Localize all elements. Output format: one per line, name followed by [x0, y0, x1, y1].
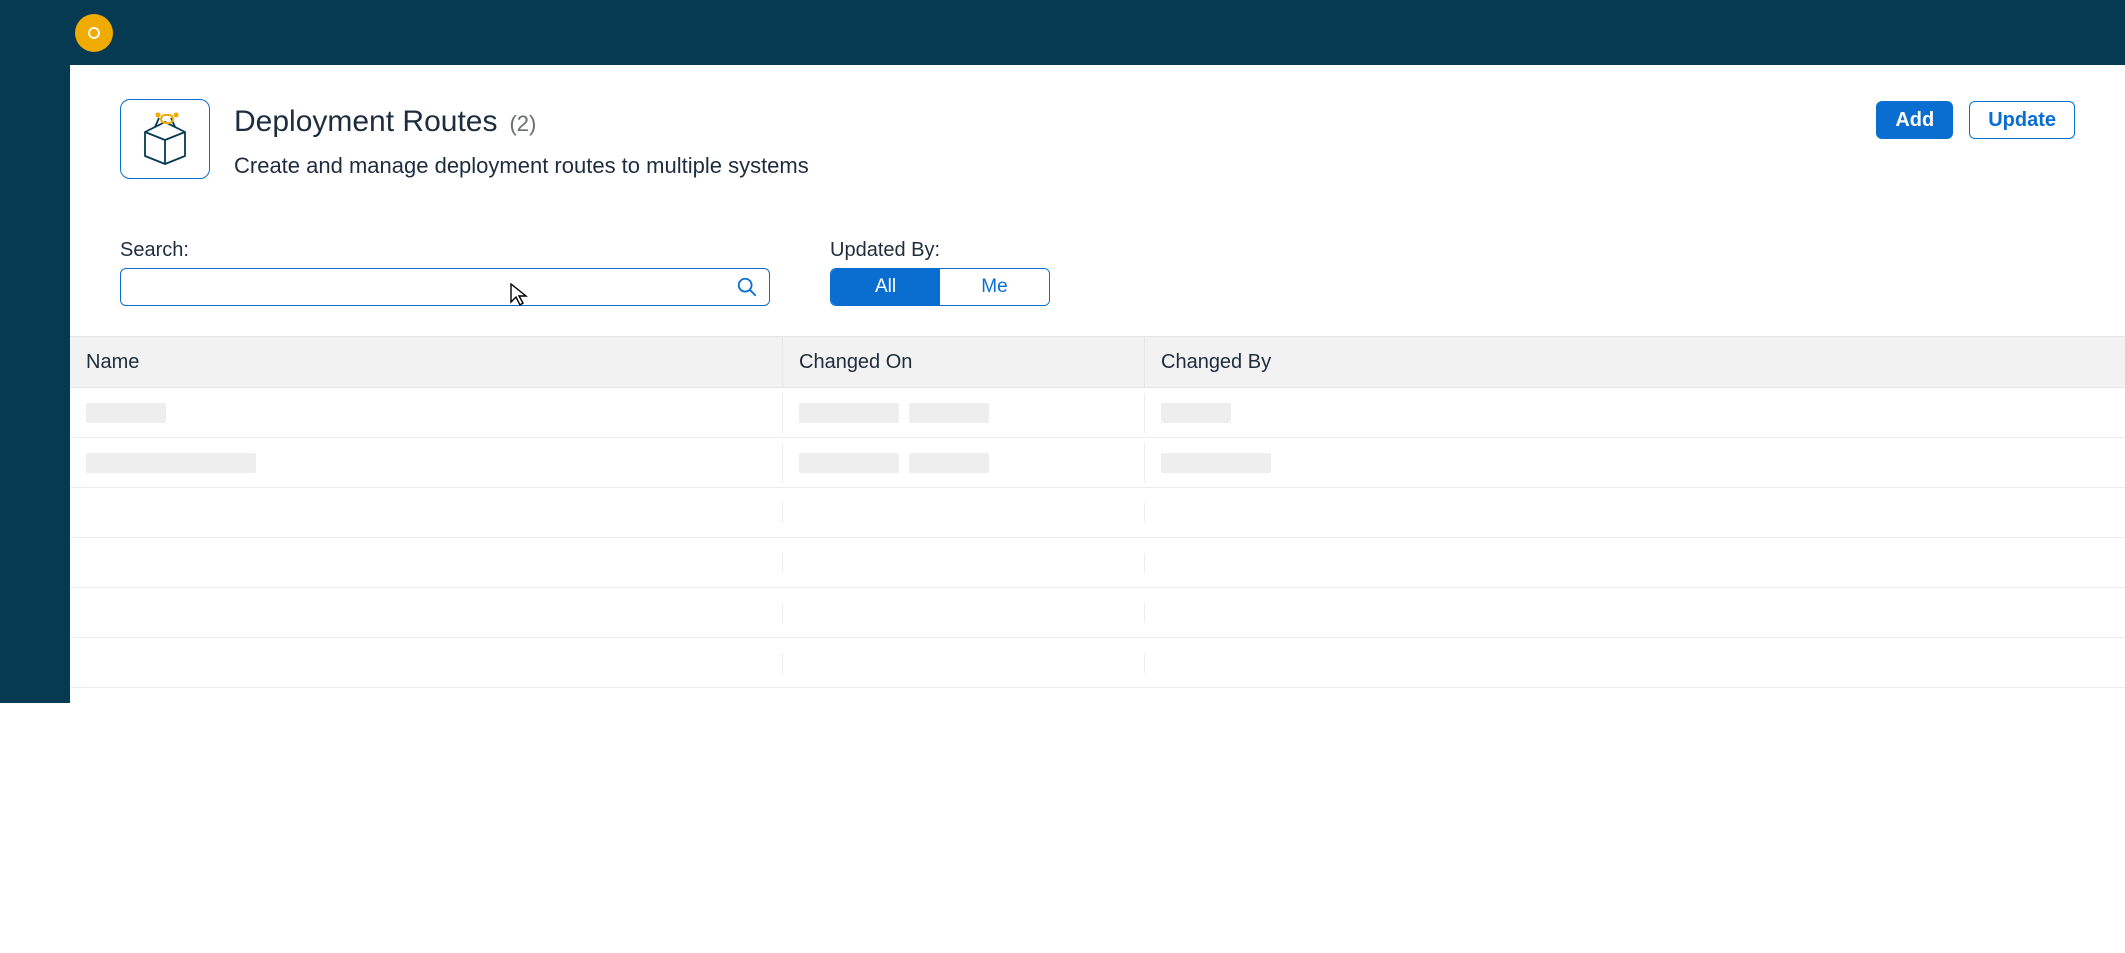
toggle-all[interactable]: All [831, 269, 940, 305]
main-content: Deployment Routes (2) Create and manage … [70, 65, 2125, 703]
placeholder-cell [909, 453, 989, 473]
placeholder-cell [799, 453, 899, 473]
circle-icon [86, 25, 102, 41]
side-rail [0, 65, 70, 703]
placeholder-cell [799, 403, 899, 423]
placeholder-cell [1161, 453, 1271, 473]
deployment-routes-icon [120, 99, 210, 179]
search-label: Search: [120, 239, 770, 262]
table-row [70, 488, 2125, 538]
table-header: Name Changed On Changed By [70, 336, 2125, 388]
topbar [0, 0, 2125, 65]
table-row [70, 588, 2125, 638]
add-button[interactable]: Add [1876, 101, 1953, 139]
page-subtitle: Create and manage deployment routes to m… [234, 153, 809, 179]
table-row [70, 638, 2125, 688]
column-header-changed-by[interactable]: Changed By [1145, 337, 2125, 387]
profile-avatar[interactable] [75, 14, 113, 52]
table-row [70, 538, 2125, 588]
placeholder-cell [909, 403, 989, 423]
search-input[interactable] [121, 277, 725, 298]
updated-by-toggle: All Me [830, 268, 1050, 306]
update-button[interactable]: Update [1969, 101, 2075, 139]
page-title: Deployment Routes [234, 105, 497, 139]
placeholder-cell [1161, 403, 1231, 423]
placeholder-cell [86, 453, 256, 473]
search-box[interactable] [120, 268, 770, 306]
toggle-me[interactable]: Me [940, 269, 1049, 305]
column-header-changed-on[interactable]: Changed On [783, 337, 1145, 387]
column-header-name[interactable]: Name [70, 337, 783, 387]
placeholder-cell [86, 403, 166, 423]
table-row[interactable] [70, 388, 2125, 438]
table-row[interactable] [70, 438, 2125, 488]
results-table: Name Changed On Changed By [70, 336, 2125, 688]
page-count: (2) [509, 111, 536, 137]
updated-by-label: Updated By: [830, 239, 1050, 262]
search-icon[interactable] [725, 276, 769, 298]
